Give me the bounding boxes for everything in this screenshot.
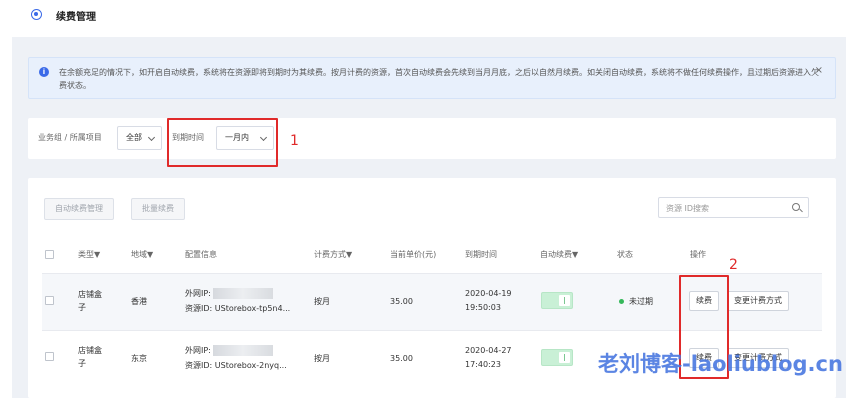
row-checkbox[interactable]: [45, 296, 54, 305]
col-region[interactable]: 地域▼: [131, 249, 153, 260]
redacted-ip: [213, 288, 274, 299]
row-expire-date: 2020-04-27: [465, 346, 512, 355]
renew-icon: [31, 9, 42, 20]
toggle-knob: [559, 352, 570, 363]
row-checkbox[interactable]: [45, 352, 54, 361]
row-resource-id[interactable]: 资源ID: UStorebox-tp5n4...: [185, 302, 290, 315]
row-expire-time: 17:40:23: [465, 360, 501, 369]
close-icon[interactable]: ×: [815, 65, 823, 76]
row-expire-date: 2020-04-19: [465, 289, 512, 298]
row-type: 店铺盒子: [78, 290, 102, 312]
page-header: 续费管理: [0, 0, 858, 32]
status-text: 未过期: [629, 297, 653, 306]
change-billing-button[interactable]: 变更计费方式: [727, 291, 789, 311]
redacted-ip: [213, 345, 274, 356]
col-action: 操作: [690, 250, 706, 259]
row-ip: 外网IP:: [185, 344, 274, 357]
group-label: 业务组 / 所属项目: [38, 133, 102, 142]
notice-banner: i 在余额充足的情况下，如开启自动续费，系统将在资源即将到期时为其续费。按月计费…: [28, 57, 836, 99]
status-badge: 未过期: [619, 295, 653, 308]
page-title: 续费管理: [56, 12, 96, 23]
auto-renew-manage-button[interactable]: 自动续费管理: [44, 198, 114, 220]
col-auto-renew[interactable]: 自动续费▼: [540, 249, 578, 260]
row-ip-label: 外网IP:: [185, 346, 211, 355]
col-billing[interactable]: 计费方式▼: [314, 249, 352, 260]
annotation-number-2: 2: [729, 257, 738, 273]
col-type[interactable]: 类型▼: [78, 249, 100, 260]
row-ip: 外网IP:: [185, 287, 274, 300]
watermark: 老刘博客-laoliublog.cn: [598, 352, 843, 376]
search-icon[interactable]: [792, 203, 800, 211]
row-price: 35.00: [390, 297, 413, 306]
info-icon: i: [39, 67, 49, 77]
col-price: 当前单价(元): [390, 250, 437, 259]
row-billing: 按月: [314, 354, 330, 363]
status-dot-icon: [619, 299, 624, 304]
auto-renew-toggle[interactable]: [541, 292, 573, 309]
annotation-number-1: 1: [290, 133, 299, 149]
batch-renew-button[interactable]: 批量续费: [131, 198, 185, 220]
chevron-down-icon: [147, 133, 156, 142]
row-ip-label: 外网IP:: [185, 289, 211, 298]
annotation-box-1: [167, 118, 278, 167]
group-select-value: 全部: [126, 133, 142, 142]
row-region: 东京: [131, 354, 147, 363]
search-placeholder: 资源 ID搜索: [666, 204, 710, 213]
filter-bar: 业务组 / 所属项目 全部 到期时间 一月内: [28, 118, 836, 159]
col-config: 配置信息: [185, 250, 217, 259]
toggle-knob: [559, 295, 570, 306]
group-select[interactable]: 全部: [117, 126, 162, 150]
notice-text: 在余额充足的情况下，如开启自动续费，系统将在资源即将到期时为其续费。按月计费的资…: [59, 68, 819, 90]
row-expire-time: 19:50:03: [465, 303, 501, 312]
row-resource-id[interactable]: 资源ID: UStorebox-2nyq...: [185, 359, 287, 372]
search-input[interactable]: 资源 ID搜索: [658, 197, 809, 218]
col-status: 状态: [617, 250, 633, 259]
auto-renew-toggle[interactable]: [541, 349, 573, 366]
col-expire: 到期时间: [465, 250, 497, 259]
row-billing: 按月: [314, 297, 330, 306]
row-price: 35.00: [390, 354, 413, 363]
select-all-checkbox[interactable]: [45, 250, 54, 259]
row-region: 香港: [131, 297, 147, 306]
row-type: 店铺盒子: [78, 346, 102, 368]
